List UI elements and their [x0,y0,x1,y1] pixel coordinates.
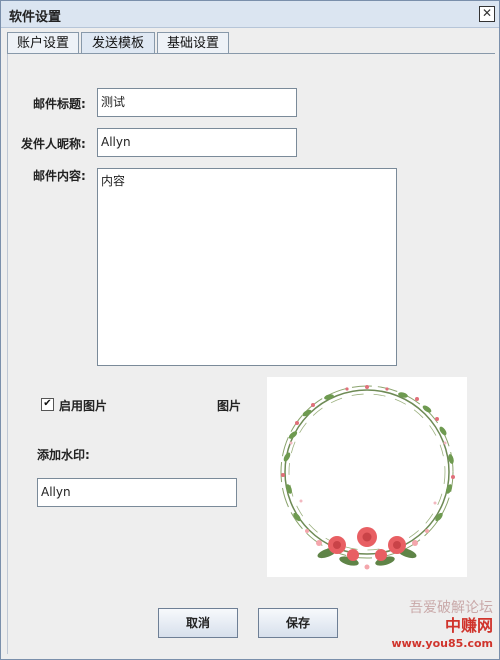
image-preview[interactable] [267,377,467,577]
content-label: 邮件内容: [33,169,86,183]
tab-send-template[interactable]: 发送模板 [81,32,155,54]
sender-nickname-label: 发件人昵称: [21,137,86,151]
subject-label: 邮件标题: [33,97,86,111]
tab-basic-settings[interactable]: 基础设置 [157,32,229,54]
sender-nickname-input[interactable]: Allyn [97,128,297,157]
save-button[interactable]: 保存 [258,608,338,638]
image-label: 图片 [217,399,242,413]
close-icon[interactable]: ✕ [479,6,495,22]
window-title: 软件设置 [9,10,62,25]
watermark-label: 添加水印: [37,448,90,462]
floral-wreath-image [280,385,455,570]
settings-window: 软件设置 ✕ 账户设置 发送模板 基础设置 邮件标题: 测试 发件人昵称: Al… [0,0,500,660]
watermark-line-1: 吾爱破解论坛 [409,600,493,616]
watermark-input[interactable]: Allyn [37,478,237,507]
watermark-line-3: www.you85.com [391,637,493,650]
enable-image-label: 启用图片 [59,399,108,413]
watermark-line-2: 中赚网 [444,616,493,635]
title-bar: 软件设置 ✕ [1,1,499,28]
cancel-button[interactable]: 取消 [158,608,238,638]
subject-input[interactable]: 测试 [97,88,297,117]
site-watermark: 吾爱破解论坛 中赚网 www.you85.com [391,599,493,653]
content-textarea[interactable]: 内容 [97,168,397,366]
enable-image-checkbox[interactable]: ✔ [41,398,54,411]
tab-account-settings[interactable]: 账户设置 [7,32,79,54]
